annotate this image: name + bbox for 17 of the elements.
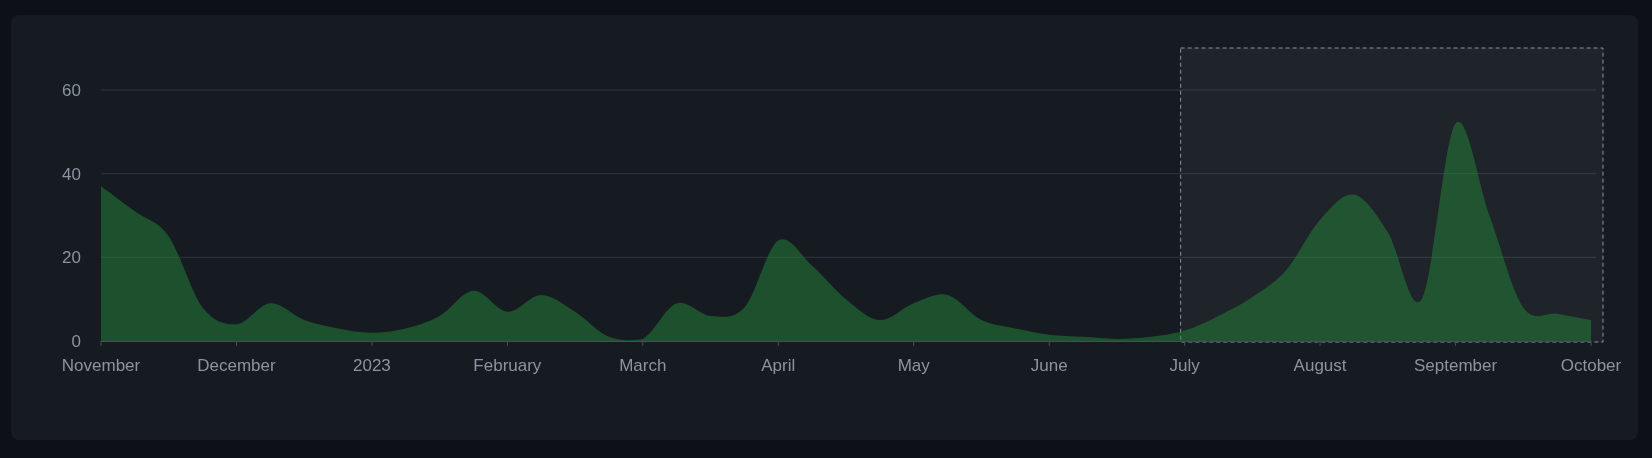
y-axis-label: 40 (62, 164, 81, 184)
x-axis-label: August (1293, 356, 1347, 375)
selection-box[interactable] (1180, 47, 1604, 343)
x-axis-label: May (897, 356, 930, 375)
x-axis-label: March (619, 356, 667, 375)
y-axis-label: 0 (71, 332, 81, 351)
y-axis-label: 20 (62, 248, 81, 268)
x-axis-label: September (1413, 356, 1498, 375)
x-axis-label: July (1169, 356, 1200, 375)
y-axis-label: 60 (62, 81, 81, 100)
x-axis-label: April (761, 356, 796, 375)
x-axis-label: October (1560, 356, 1622, 375)
x-axis-label: 2023 (353, 356, 391, 375)
x-axis-label: February (473, 356, 542, 375)
x-axis-label: December (197, 356, 276, 375)
x-axis-label: November (61, 356, 141, 375)
x-axis-label: June (1030, 356, 1068, 375)
